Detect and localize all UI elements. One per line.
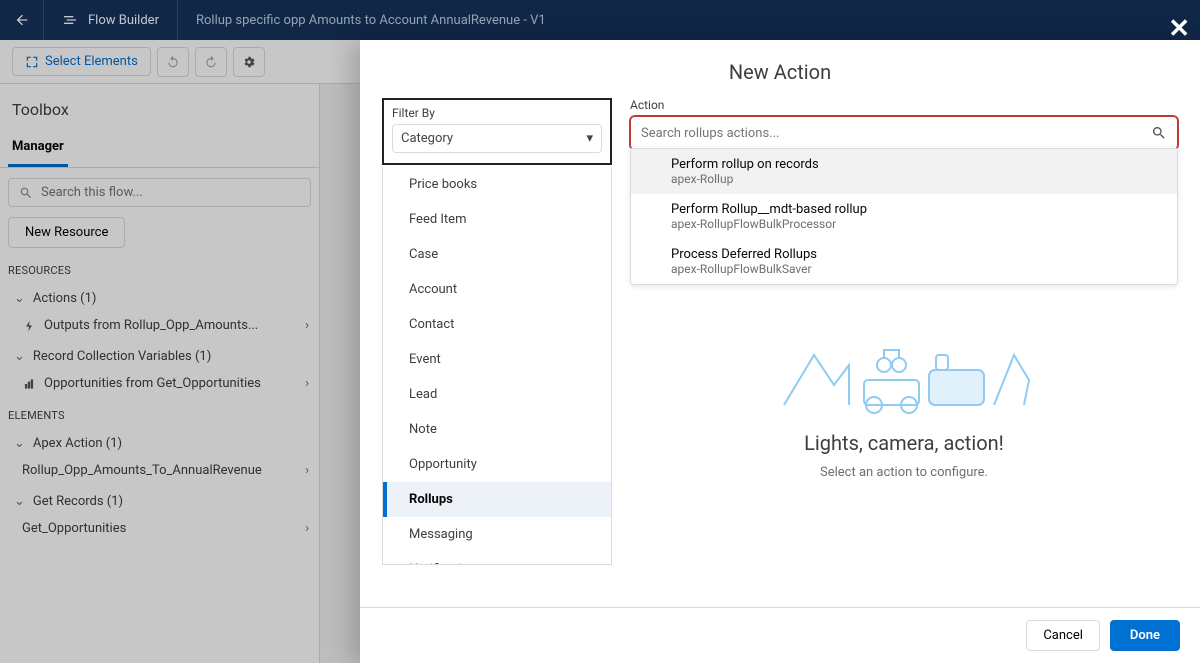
category-item[interactable]: Notifications — [383, 552, 611, 564]
new-action-modal: New Action Filter By Category ▾ Price bo… — [360, 40, 1200, 663]
action-dropdown: Perform rollup on recordsapex-RollupPerf… — [630, 148, 1178, 285]
action-option[interactable]: Process Deferred Rollupsapex-RollupFlowB… — [631, 239, 1177, 284]
category-item[interactable]: Feed Item — [383, 202, 611, 237]
done-button[interactable]: Done — [1110, 620, 1180, 651]
category-item[interactable]: Lead — [383, 377, 611, 412]
action-field-label: Action — [630, 98, 1178, 112]
category-item[interactable]: Messaging — [383, 517, 611, 552]
placeholder-sub: Select an action to configure. — [630, 465, 1178, 480]
filter-by-select[interactable]: Category ▾ — [392, 124, 602, 153]
category-item[interactable]: Contact — [383, 307, 611, 342]
search-icon — [1151, 125, 1167, 141]
category-item[interactable]: Event — [383, 342, 611, 377]
category-item[interactable]: Case — [383, 237, 611, 272]
filter-by-box: Filter By Category ▾ — [382, 98, 612, 165]
chevron-down-icon: ▾ — [586, 131, 593, 146]
category-item[interactable]: Opportunity — [383, 447, 611, 482]
category-item[interactable]: Note — [383, 412, 611, 447]
modal-title: New Action — [360, 40, 1200, 98]
action-option[interactable]: Perform Rollup__mdt-based rollupapex-Rol… — [631, 194, 1177, 239]
action-option[interactable]: Perform rollup on recordsapex-Rollup — [631, 149, 1177, 194]
category-list: Price booksFeed ItemCaseAccountContactEv… — [382, 167, 612, 565]
action-search[interactable] — [630, 116, 1178, 150]
close-icon[interactable]: ✕ — [1168, 14, 1190, 44]
category-item[interactable]: Rollups — [383, 482, 611, 517]
placeholder-illustration — [774, 325, 1034, 415]
category-item[interactable]: Price books — [383, 167, 611, 202]
filter-by-label: Filter By — [392, 106, 602, 124]
placeholder-title: Lights, camera, action! — [630, 431, 1178, 455]
category-item[interactable]: Account — [383, 272, 611, 307]
cancel-button[interactable]: Cancel — [1026, 620, 1100, 651]
modal-footer: Cancel Done — [360, 607, 1200, 663]
action-search-input[interactable] — [641, 126, 1143, 141]
